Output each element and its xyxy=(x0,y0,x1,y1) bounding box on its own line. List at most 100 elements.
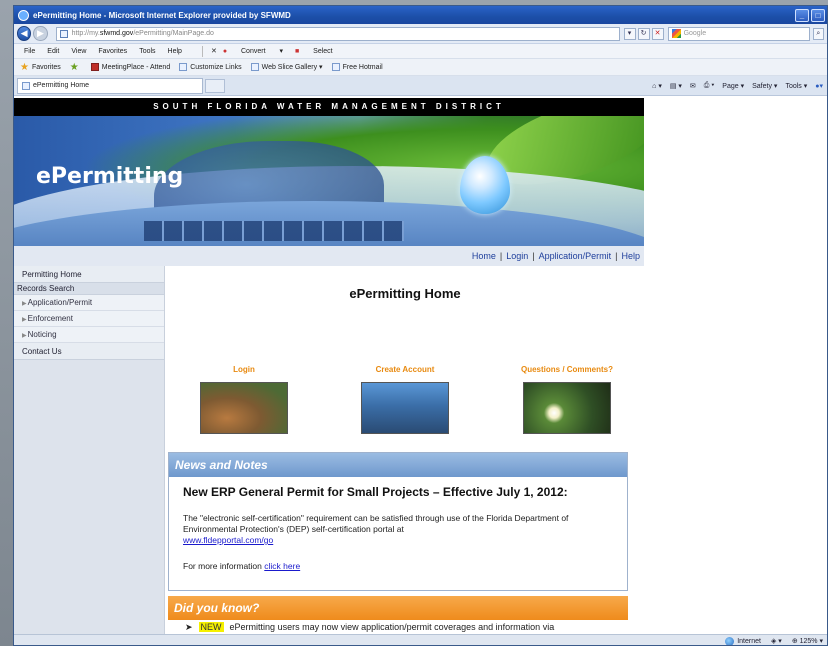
tab-epermitting-home[interactable]: ePermitting Home xyxy=(17,77,203,94)
did-you-know-header: Did you know? xyxy=(168,596,628,620)
select-icon: ■ xyxy=(294,47,300,55)
forward-button[interactable]: ▶ xyxy=(33,26,48,41)
add-favorite-button[interactable]: ★ xyxy=(70,62,82,73)
link-help[interactable]: Help xyxy=(621,251,640,261)
click-here-link[interactable]: click here xyxy=(264,561,300,571)
print-icon[interactable]: ⎙ ▾ xyxy=(704,82,715,90)
triangle-icon: ▶ xyxy=(22,301,27,307)
banner-title: ePermitting xyxy=(36,164,184,189)
sidebar-item-noticing[interactable]: ▶Noticing xyxy=(14,327,164,343)
stop-icon[interactable]: ✕ xyxy=(651,27,664,40)
tools-menu[interactable]: Tools ▾ xyxy=(785,82,807,90)
home-icon[interactable]: ⌂ ▾ xyxy=(652,82,662,90)
triangle-icon: ▶ xyxy=(22,333,27,339)
address-host: sfwmd.gov xyxy=(99,30,134,37)
favorite-link-customize[interactable]: Customize Links xyxy=(179,63,242,71)
menu-help[interactable]: Help xyxy=(168,48,182,55)
status-bar: Internet ◈ ▾ ⊕ 125% ▾ xyxy=(14,634,827,645)
triangle-icon: ▶ xyxy=(22,317,27,323)
link-home[interactable]: Home xyxy=(472,251,496,261)
sidebar-item-application-permit[interactable]: ▶Application/Permit xyxy=(14,295,164,311)
more-info-text: For more information xyxy=(183,561,262,571)
menu-file[interactable]: File xyxy=(24,48,35,55)
search-placeholder: Google xyxy=(683,30,707,37)
new-badge: NEW xyxy=(198,622,224,632)
menu-favorites[interactable]: Favorites xyxy=(98,48,127,55)
link-application-permit[interactable]: Application/Permit xyxy=(539,251,612,261)
address-input[interactable]: http://my. sfwmd.gov/ePermitting/MainPage… xyxy=(55,26,620,41)
window-controls: _ □ xyxy=(795,8,827,22)
login-image[interactable] xyxy=(200,382,288,434)
news-header: News and Notes xyxy=(169,453,627,477)
zoom-level: 125% xyxy=(799,638,818,645)
tab-bar: ePermitting Home ⌂ ▾ ▤ ▾ ✉ ⎙ ▾ Page ▾ Sa… xyxy=(14,76,827,96)
login-tile[interactable]: Login xyxy=(194,365,294,434)
convert-button[interactable]: ● Convert ▾ xyxy=(223,47,283,55)
select-button[interactable]: ■ Select xyxy=(295,48,345,55)
new-tab-button[interactable] xyxy=(205,78,225,93)
tools-menu-label: Tools xyxy=(785,82,802,90)
safety-menu[interactable]: Safety ▾ xyxy=(752,82,777,90)
sidebar-item-permitting-home[interactable]: Permitting Home xyxy=(14,266,164,283)
search-icon[interactable]: ⌕ xyxy=(812,27,824,40)
favorite-link-label: Free Hotmail xyxy=(342,63,383,71)
zoom-control[interactable]: ⊕ 125% ▾ xyxy=(792,637,823,645)
questions-image[interactable] xyxy=(523,382,611,434)
menu-tools[interactable]: Tools xyxy=(139,48,155,55)
page-icon xyxy=(59,29,68,38)
minimize-button[interactable]: _ xyxy=(795,8,809,22)
create-account-image[interactable] xyxy=(361,382,449,434)
mail-icon[interactable]: ✉ xyxy=(690,82,696,90)
back-button[interactable]: ◀ xyxy=(17,26,32,41)
convert-label: Convert xyxy=(241,48,266,55)
favorites-button[interactable]: ★ Favorites xyxy=(20,62,61,73)
login-tile-label[interactable]: Login xyxy=(194,365,294,374)
window-title: ePermitting Home - Microsoft Internet Ex… xyxy=(33,10,291,20)
refresh-icon[interactable]: ↻ xyxy=(637,27,650,40)
page-menu[interactable]: Page ▾ xyxy=(722,82,744,90)
menu-view[interactable]: View xyxy=(71,48,86,55)
portal-link[interactable]: www.fldepportal.com/go xyxy=(183,535,273,545)
sidebar-group-records-search: Records Search xyxy=(14,283,164,295)
google-icon xyxy=(671,29,681,38)
browser-window: ePermitting Home - Microsoft Internet Ex… xyxy=(13,5,828,646)
help-icon[interactable]: ●▾ xyxy=(815,82,823,90)
site-container: SOUTH FLORIDA WATER MANAGEMENT DISTRICT … xyxy=(14,98,644,634)
page-title: ePermitting Home xyxy=(349,286,461,301)
convert-icon: ● xyxy=(222,48,228,55)
questions-tile-label[interactable]: Questions / Comments? xyxy=(512,365,622,374)
link-login[interactable]: Login xyxy=(506,251,528,261)
favorite-link-meetingplace[interactable]: MeetingPlace - Attend xyxy=(90,63,170,71)
sidebar-item-label: Noticing xyxy=(27,330,57,339)
close-icon[interactable]: ✕ xyxy=(211,47,217,55)
menu-edit[interactable]: Edit xyxy=(47,48,59,55)
favorite-link-hotmail[interactable]: Free Hotmail xyxy=(331,63,383,71)
sidebar-item-label: Application/Permit xyxy=(27,298,93,307)
menu-separator xyxy=(201,45,203,57)
link-separator: | xyxy=(499,251,503,261)
address-tools: ▾ ↻ ✕ xyxy=(623,27,664,40)
internet-zone[interactable]: Internet xyxy=(725,636,761,645)
feeds-icon[interactable]: ▤ ▾ xyxy=(670,82,682,90)
did-you-know-text: ePermitting users may now view applicati… xyxy=(229,622,555,632)
title-bar: ePermitting Home - Microsoft Internet Ex… xyxy=(14,6,827,24)
page-menu-label: Page xyxy=(722,82,739,90)
dropdown-icon[interactable]: ▾ xyxy=(623,27,636,40)
questions-tile[interactable]: Questions / Comments? xyxy=(512,365,622,434)
maximize-button[interactable]: □ xyxy=(811,8,825,22)
create-account-tile[interactable]: Create Account xyxy=(355,365,455,434)
menu-bar: File Edit View Favorites Tools Help ✕ ● … xyxy=(14,44,827,59)
link-separator: | xyxy=(532,251,535,261)
news-panel: News and Notes New ERP General Permit fo… xyxy=(168,452,628,591)
sidebar-item-enforcement[interactable]: ▶Enforcement xyxy=(14,311,164,327)
page-icon xyxy=(331,63,340,71)
sidebar-item-contact-us[interactable]: Contact Us xyxy=(14,343,164,360)
top-links: Home | Login | Application/Permit | Help xyxy=(14,246,644,266)
create-account-tile-label[interactable]: Create Account xyxy=(355,365,455,374)
protected-mode-icon[interactable]: ◈ ▾ xyxy=(771,637,782,645)
side-nav: Permitting Home Records Search ▶Applicat… xyxy=(14,266,165,634)
did-you-know-item: ➤ NEW ePermitting users may now view appli… xyxy=(185,622,554,633)
status-zone: Internet ◈ ▾ ⊕ 125% ▾ xyxy=(725,636,827,645)
favorite-link-webslice[interactable]: Web Slice Gallery ▾ xyxy=(250,63,323,71)
search-input[interactable]: Google xyxy=(667,26,810,41)
